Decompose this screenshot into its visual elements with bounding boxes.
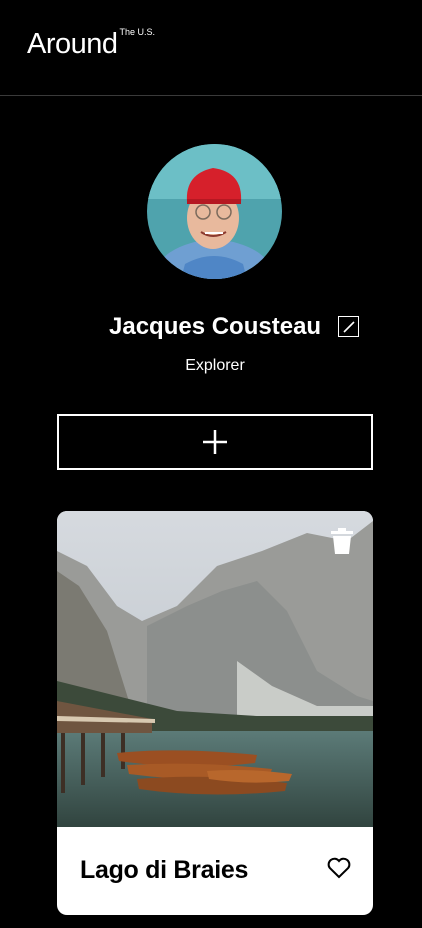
heart-outline-icon[interactable] <box>327 857 351 879</box>
card-image[interactable] <box>57 511 373 827</box>
logo: Around The U.S. <box>27 27 156 60</box>
profile-avatar[interactable] <box>147 144 282 279</box>
avatar-photo <box>147 144 282 279</box>
edit-profile-button[interactable] <box>338 316 359 337</box>
profile-name-row: Jacques Cousteau <box>0 310 422 344</box>
add-place-button[interactable] <box>57 414 373 470</box>
card-title: Lago di Braies <box>80 856 249 884</box>
profile-name: Jacques Cousteau <box>109 313 322 340</box>
pencil-icon <box>342 320 355 333</box>
trash-icon[interactable] <box>330 528 354 554</box>
logo-superscript: The U.S. <box>119 27 156 37</box>
place-card: Lago di Braies <box>57 511 373 915</box>
header: Around The U.S. <box>0 0 422 96</box>
profile-job: Explorer <box>185 357 245 374</box>
logo-text: Around <box>27 28 118 60</box>
plus-icon <box>203 430 227 454</box>
